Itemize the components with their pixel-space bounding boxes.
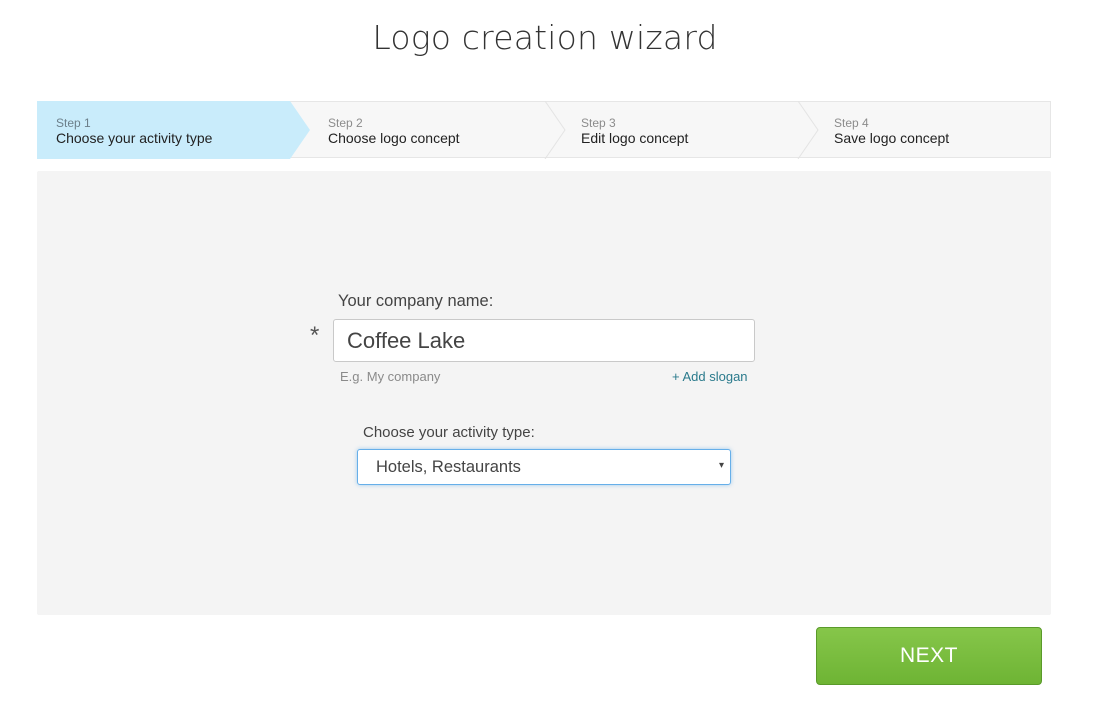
step-3-label: Edit logo concept xyxy=(581,130,689,146)
step-3-number: Step 3 xyxy=(581,116,616,130)
step-2-label: Choose logo concept xyxy=(328,130,460,146)
step-2[interactable]: Step 2 Choose logo concept xyxy=(291,101,566,159)
step-1-label: Choose your activity type xyxy=(56,130,213,146)
step-1-number: Step 1 xyxy=(56,116,91,130)
step-4[interactable]: Step 4 Save logo concept xyxy=(797,102,1049,159)
add-slogan-link[interactable]: + Add slogan xyxy=(672,369,748,384)
step-3[interactable]: Step 3 Edit logo concept xyxy=(544,101,819,159)
activity-type-value: Hotels, Restaurants xyxy=(376,458,521,476)
required-mark: * xyxy=(310,322,320,349)
step-1[interactable]: Step 1 Choose your activity type xyxy=(37,101,311,159)
company-name-label: Your company name: xyxy=(338,292,494,310)
step-4-number: Step 4 xyxy=(834,116,869,130)
step-2-number: Step 2 xyxy=(328,116,363,130)
wizard-page: Logo creation wizard Step 1 Choose your … xyxy=(0,0,1107,728)
company-name-input[interactable] xyxy=(333,319,755,362)
form-panel xyxy=(37,171,1051,615)
next-button[interactable]: NEXT xyxy=(816,627,1042,685)
page-title: Logo creation wizard xyxy=(372,18,718,57)
wizard-steps: Step 1 Choose your activity type Step 2 … xyxy=(37,101,1051,159)
activity-type-select[interactable]: Hotels, Restaurants ▾ xyxy=(357,449,731,485)
company-name-hint: E.g. My company xyxy=(340,369,441,384)
step-4-label: Save logo concept xyxy=(834,130,950,146)
activity-type-label: Choose your activity type: xyxy=(363,424,535,441)
chevron-down-icon: ▾ xyxy=(718,460,724,471)
